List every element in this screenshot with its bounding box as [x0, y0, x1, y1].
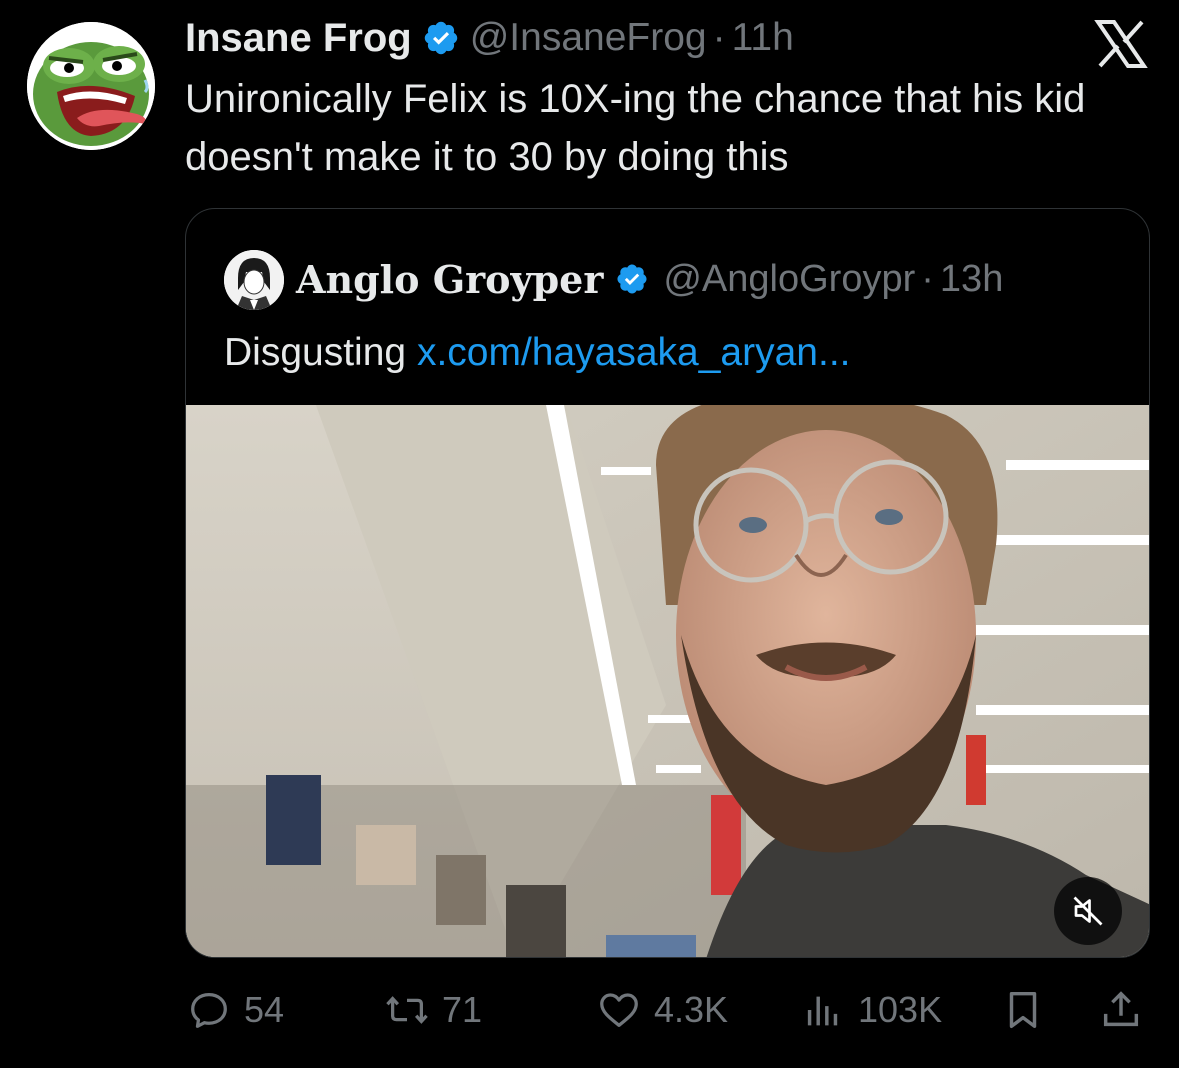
quoted-tweet-text: Disgusting x.com/hayasaka_aryan... — [224, 327, 851, 379]
quoted-tweet-card[interactable]: Anglo Groyper @AngloGroypr · 13h Disgust… — [185, 208, 1150, 958]
speaker-muted-icon — [1073, 896, 1103, 926]
separator-dot: · — [921, 257, 934, 300]
bookmark-button[interactable] — [1000, 982, 1046, 1038]
tweet-action-bar: 54 71 4.3K 103K — [186, 982, 1146, 1038]
reply-icon — [191, 993, 227, 1028]
author-avatar[interactable] — [27, 22, 155, 150]
separator-dot: · — [712, 16, 726, 59]
author-handle[interactable]: @InsaneFrog — [470, 16, 707, 60]
quoted-author-name[interactable]: Anglo Groyper — [296, 257, 603, 302]
bar-chart-icon — [807, 996, 838, 1026]
video-player[interactable] — [186, 405, 1149, 957]
quoted-author-handle[interactable]: @AngloGroypr — [663, 258, 915, 301]
reply-button[interactable]: 54 — [186, 982, 284, 1038]
verified-badge-icon[interactable] — [615, 262, 649, 296]
tweet-text: Unironically Felix is 10X-ing the chance… — [185, 77, 1086, 179]
x-logo-icon — [1094, 20, 1148, 68]
verified-badge-icon[interactable] — [422, 19, 460, 57]
mute-toggle-button[interactable] — [1054, 877, 1122, 945]
quoted-tweet-header: Anglo Groyper @AngloGroypr · 13h — [296, 251, 1003, 307]
quoted-tweet-time[interactable]: 13h — [940, 258, 1003, 301]
share-button[interactable] — [1098, 982, 1144, 1038]
anime-character-avatar — [224, 250, 284, 310]
repost-count: 71 — [442, 989, 483, 1030]
pepe-frog-avatar — [27, 22, 155, 150]
repost-button[interactable]: 71 — [384, 982, 482, 1038]
author-name[interactable]: Insane Frog — [185, 16, 412, 61]
bookmark-icon — [1009, 991, 1037, 1029]
tweet-time[interactable]: 11h — [732, 16, 794, 60]
quoted-author-avatar[interactable] — [224, 250, 284, 310]
video-frame — [186, 405, 1149, 957]
heart-icon — [600, 993, 638, 1027]
tweet-header: Insane Frog @InsaneFrog · 11h — [185, 12, 794, 64]
like-button[interactable]: 4.3K — [596, 982, 728, 1038]
views-count: 103K — [858, 989, 943, 1030]
quoted-text: Disgusting — [224, 331, 407, 374]
like-count: 4.3K — [654, 989, 729, 1030]
reply-count: 54 — [244, 989, 285, 1030]
quoted-link[interactable]: x.com/hayasaka_aryan... — [417, 331, 851, 374]
repost-icon — [386, 996, 428, 1024]
views-button[interactable]: 103K — [800, 982, 942, 1038]
share-icon — [1103, 991, 1139, 1027]
